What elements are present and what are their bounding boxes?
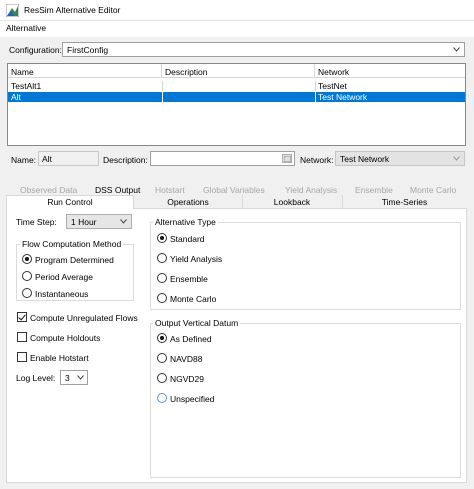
network-value: Test Network [340,154,390,164]
radio-label: As Defined [170,334,212,344]
title-bar: ResSim Alternative Editor [0,0,474,21]
checkbox-label: Enable Hotstart [30,353,89,363]
alternatives-table[interactable]: Name Description Network TestAlt1 TestNe… [7,63,466,146]
radio-label: NAVD88 [170,354,203,364]
radio-label: Monte Carlo [170,294,217,304]
radio-ensemble[interactable] [157,273,167,283]
log-level-dropdown[interactable]: 3 [60,370,88,385]
radio-ngvd29[interactable] [157,373,167,383]
radio-as-defined[interactable] [157,333,167,343]
time-step-value: 1 Hour [71,217,97,227]
table-row[interactable]: TestAlt1 TestNet [8,81,465,91]
tab-monte-carlo[interactable]: Monte Carlo [410,185,456,195]
name-field[interactable]: Alt [38,151,99,166]
radio-label: Yield Analysis [170,254,223,264]
name-value: Alt [42,154,52,164]
output-vertical-datum-title: Output Vertical Datum [153,318,241,328]
log-level-value: 3 [65,373,70,383]
tab-global-variables[interactable]: Global Variables [203,185,265,195]
chevron-down-icon [453,156,460,161]
checkbox-compute-unregulated-flows[interactable] [17,312,27,322]
checkbox-label: Compute Unregulated Flows [30,313,138,323]
tab-time-series[interactable]: Time-Series [342,197,467,207]
configuration-label: Configuration: [9,45,62,55]
menu-bar: Alternative [0,21,474,37]
tab-observed-data[interactable]: Observed Data [20,185,77,195]
network-label: Network: [300,155,334,165]
tab-ensemble[interactable]: Ensemble [355,185,393,195]
window-title: ResSim Alternative Editor [24,5,121,15]
radio-period-average[interactable] [22,271,32,281]
app-icon [6,4,19,17]
log-level-label: Log Level: [16,373,56,383]
configuration-dropdown[interactable]: FirstConfig [62,42,465,57]
radio-label: NGVD29 [170,374,205,384]
radio-monte-carlo[interactable] [157,293,167,303]
menu-alternative[interactable]: Alternative [6,23,46,33]
tab-run-control[interactable]: Run Control [6,197,134,207]
radio-label: Ensemble [170,274,208,284]
tab-hotstart[interactable]: Hotstart [155,185,185,195]
name-label: Name: [11,155,37,165]
radio-navd88[interactable] [157,353,167,363]
checkbox-enable-hotstart[interactable] [17,352,27,362]
radio-label: Program Determined [35,255,114,265]
radio-instantaneous[interactable] [22,288,32,298]
tab-lookback[interactable]: Lookback [242,197,342,207]
radio-unspecified[interactable] [157,393,167,403]
cell-name: Alt [11,92,21,102]
alternative-type-title: Alternative Type [153,217,218,227]
cell-name: TestAlt1 [11,81,42,91]
time-step-label: Time Step: [16,217,57,227]
column-header-name[interactable]: Name [8,64,162,78]
chevron-down-icon [77,375,84,380]
cell-network: TestNet [318,81,347,91]
chevron-down-icon [120,219,127,224]
time-step-dropdown[interactable]: 1 Hour [66,214,132,229]
column-header-network[interactable]: Network [315,64,465,78]
description-label: Description: [103,155,148,165]
radio-label: Unspecified [170,394,215,404]
tab-dss-output[interactable]: DSS Output [95,185,140,195]
ellipsis-icon [284,156,291,162]
configuration-value: FirstConfig [67,45,109,55]
tab-yield-analysis[interactable]: Yield Analysis [285,185,337,195]
chevron-down-icon [453,47,460,52]
flow-method-title: Flow Computation Method [20,239,124,249]
radio-program-determined[interactable] [22,254,32,264]
radio-standard[interactable] [157,233,167,243]
checkbox-compute-holdouts[interactable] [17,332,27,342]
radio-label: Period Average [35,272,93,282]
description-edit-button[interactable] [282,154,292,163]
network-dropdown[interactable]: Test Network [335,151,465,166]
cell-network: Test Network [318,92,368,102]
radio-label: Instantaneous [35,289,89,299]
radio-label: Standard [170,234,205,244]
column-header-description[interactable]: Description [162,64,315,78]
description-field[interactable] [150,151,295,166]
radio-yield-analysis[interactable] [157,253,167,263]
table-row-selected[interactable]: Alt Test Network [8,92,465,102]
checkbox-label: Compute Holdouts [30,333,101,343]
run-control-panel: Time Step: 1 Hour Flow Computation Metho… [6,208,467,483]
tab-operations[interactable]: Operations [134,197,242,207]
